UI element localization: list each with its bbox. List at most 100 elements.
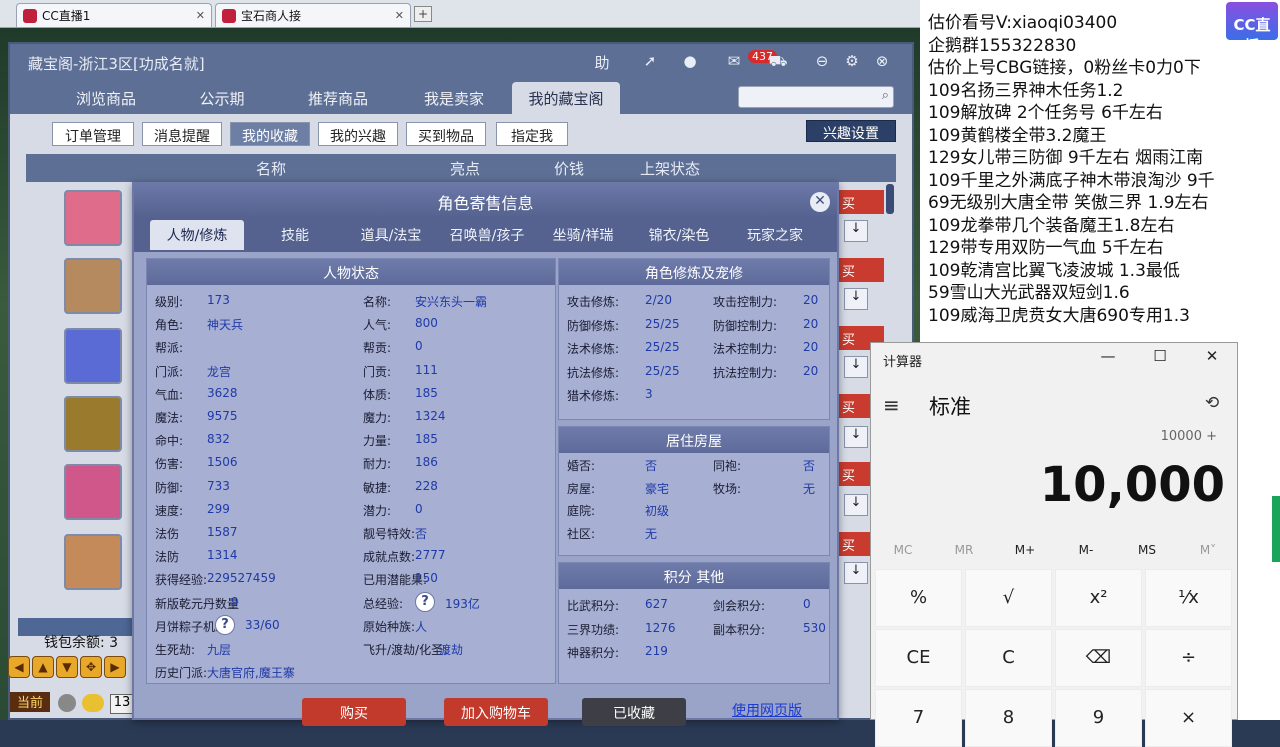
close-icon[interactable]: ✕ <box>1197 347 1227 369</box>
browser-tab-cc[interactable]: CC直播1 ✕ <box>16 3 212 27</box>
calc-key-11[interactable]: × <box>1145 689 1232 747</box>
close-icon[interactable]: ✕ <box>810 192 830 212</box>
bought-items-button[interactable]: 买到物品 <box>406 122 486 146</box>
stop-icon[interactable]: ● <box>678 52 702 72</box>
stat-value: 733 <box>207 479 230 493</box>
row-down-arrow-icon[interactable]: ↓ <box>844 426 868 448</box>
help-button[interactable]: 助 <box>590 52 614 72</box>
memory-4-button[interactable]: MS <box>1117 543 1177 557</box>
avatar[interactable] <box>64 534 122 590</box>
role-consignment-dialog: 角色寄售信息 ✕ 人物/修炼 技能 道具/法宝 召唤兽/孩子 坐骑/祥瑞 锦衣/… <box>132 182 839 726</box>
avatar[interactable] <box>64 328 122 384</box>
emoji-icon[interactable] <box>82 694 104 712</box>
share-icon[interactable]: ➚ <box>638 52 662 72</box>
order-manage-button[interactable]: 订单管理 <box>52 122 134 146</box>
tab-browse[interactable]: 浏览商品 <box>48 82 164 114</box>
tab-outfits[interactable]: 锦衣/染色 <box>632 220 726 250</box>
calc-key-3[interactable]: ¹⁄x <box>1145 569 1232 627</box>
current-channel[interactable]: 当前 <box>10 692 50 712</box>
new-tab-button[interactable]: + <box>414 6 432 22</box>
calc-key-7[interactable]: ÷ <box>1145 629 1232 687</box>
overlay-line: 129女儿带三防御 9千左右 烟雨江南 <box>928 148 1204 168</box>
history-icon[interactable]: ⟲ <box>1205 393 1219 413</box>
memory-5-button[interactable]: M˅ <box>1178 543 1238 557</box>
calc-key-2[interactable]: x² <box>1055 569 1142 627</box>
calc-key-9[interactable]: 8 <box>965 689 1052 747</box>
my-favorites-button[interactable]: 我的收藏 <box>230 122 310 146</box>
assigned-me-button[interactable]: 指定我 <box>496 122 568 146</box>
tab-seller[interactable]: 我是卖家 <box>396 82 512 114</box>
hamburger-menu-icon[interactable]: ≡ <box>883 393 900 417</box>
favorited-button[interactable]: 已收藏 <box>582 698 686 726</box>
list-header: 名称 亮点 价钱 上架状态 <box>26 154 896 182</box>
stat-value: 20 <box>803 364 819 378</box>
arrow-right-icon[interactable]: ▶ <box>104 656 126 678</box>
tab-my-pavilion[interactable]: 我的藏宝阁 <box>512 82 620 114</box>
overlay-line: 估价看号V:xiaoqi03400 <box>928 13 1118 33</box>
tab-character[interactable]: 人物/修炼 <box>150 220 244 250</box>
row-down-arrow-icon[interactable]: ↓ <box>844 494 868 516</box>
stat-value: 25/25 <box>645 317 680 331</box>
row-down-arrow-icon[interactable]: ↓ <box>844 356 868 378</box>
tab-public[interactable]: 公示期 <box>164 82 280 114</box>
calculator-title: 计算器 <box>883 355 923 370</box>
row-down-arrow-icon[interactable]: ↓ <box>844 288 868 310</box>
tab-pets[interactable]: 召唤兽/孩子 <box>440 220 534 250</box>
memory-0-button[interactable]: MC <box>873 543 933 557</box>
message-icon[interactable]: ✉ <box>722 52 746 72</box>
arrow-left-icon[interactable]: ◀ <box>8 656 30 678</box>
my-interest-button[interactable]: 我的兴趣 <box>318 122 398 146</box>
message-remind-button[interactable]: 消息提醒 <box>142 122 222 146</box>
calc-key-8[interactable]: 7 <box>875 689 962 747</box>
tab-items[interactable]: 道具/法宝 <box>344 220 438 250</box>
calc-key-1[interactable]: √ <box>965 569 1052 627</box>
memory-3-button[interactable]: M- <box>1056 543 1116 557</box>
row-buy-button[interactable]: 买 <box>838 190 884 214</box>
help-question-icon[interactable]: ? <box>215 615 235 635</box>
close-icon[interactable]: ✕ <box>196 9 205 22</box>
add-to-cart-button[interactable]: 加入购物车 <box>444 698 548 726</box>
help-question-icon[interactable]: ? <box>415 592 435 612</box>
avatar[interactable] <box>64 258 122 314</box>
minimize-icon[interactable]: — <box>1093 347 1123 369</box>
calc-key-4[interactable]: CE <box>875 629 962 687</box>
tab-skills[interactable]: 技能 <box>248 220 342 250</box>
search-input[interactable]: ⌕ <box>738 86 894 108</box>
arrow-up-icon[interactable]: ▲ <box>32 656 54 678</box>
calc-key-6[interactable]: ⌫ <box>1055 629 1142 687</box>
stat-label: 婚否: <box>567 459 596 473</box>
avatar[interactable] <box>64 190 122 246</box>
stat-value: 20 <box>803 317 819 331</box>
stat-label: 比武积分: <box>567 599 620 613</box>
calc-key-0[interactable]: % <box>875 569 962 627</box>
arrow-down-icon[interactable]: ▼ <box>56 656 78 678</box>
row-down-arrow-icon[interactable]: ↓ <box>844 562 868 584</box>
buy-button[interactable]: 购买 <box>302 698 406 726</box>
tab-recommend[interactable]: 推荐商品 <box>280 82 396 114</box>
avatar[interactable] <box>64 396 122 452</box>
dialog-tabs: 人物/修炼 技能 道具/法宝 召唤兽/孩子 坐骑/祥瑞 锦衣/染色 玩家之家 <box>134 218 837 252</box>
calc-key-10[interactable]: 9 <box>1055 689 1142 747</box>
use-web-version-link[interactable]: 使用网页版 <box>732 700 802 720</box>
list-scrollbar[interactable] <box>886 184 894 214</box>
mic-icon[interactable] <box>58 694 76 712</box>
tab-home[interactable]: 玩家之家 <box>728 220 822 250</box>
move-icon[interactable]: ✥ <box>80 656 102 678</box>
maximize-icon[interactable]: ☐ <box>1145 347 1175 369</box>
tab-mounts[interactable]: 坐骑/祥瑞 <box>536 220 630 250</box>
memory-2-button[interactable]: M+ <box>995 543 1055 557</box>
minimize-icon[interactable]: ⊖ <box>810 52 834 72</box>
avatar[interactable] <box>64 464 122 520</box>
interest-settings-button[interactable]: 兴趣设置 <box>806 120 896 142</box>
calc-key-5[interactable]: C <box>965 629 1052 687</box>
row-buy-button[interactable]: 买 <box>838 258 884 282</box>
row-down-arrow-icon[interactable]: ↓ <box>844 220 868 242</box>
settings-icon[interactable]: ⚙ <box>840 52 864 72</box>
stat-label: 体质: <box>363 388 392 402</box>
stat-value: 否 <box>645 459 658 473</box>
memory-1-button[interactable]: MR <box>934 543 994 557</box>
cart-icon[interactable]: ⛟ <box>766 52 790 72</box>
close-icon[interactable]: ✕ <box>395 9 404 22</box>
browser-tab-shop[interactable]: 宝石商人接 ✕ <box>215 3 411 27</box>
close-icon[interactable]: ⊗ <box>870 52 894 72</box>
